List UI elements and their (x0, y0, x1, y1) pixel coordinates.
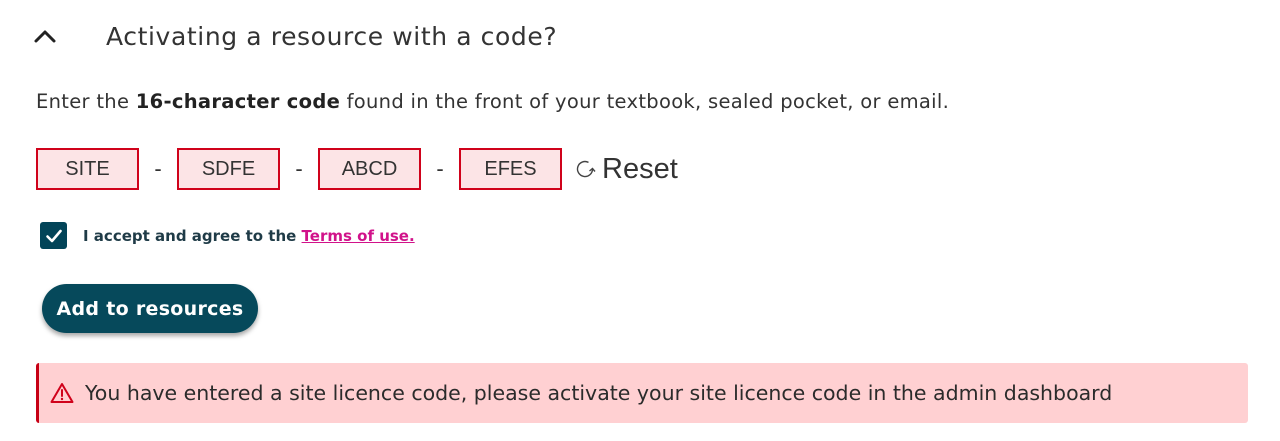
code-segment-4-input[interactable]: EFES (459, 148, 562, 190)
terms-checkbox[interactable] (40, 222, 67, 249)
add-to-resources-button[interactable]: Add to resources (42, 284, 258, 333)
checkmark-icon (45, 229, 62, 242)
instruction-suffix: found in the front of your textbook, sea… (340, 90, 950, 113)
terms-of-use-link[interactable]: Terms of use. (302, 227, 415, 245)
accordion-title: Activating a resource with a code? (106, 21, 558, 51)
activation-panel: Activating a resource with a code? Enter… (0, 0, 1280, 441)
alert-message: You have entered a site licence code, pl… (85, 381, 1113, 405)
code-segment-1-input[interactable]: SITE (36, 148, 139, 190)
terms-row: I accept and agree to the Terms of use. (40, 222, 415, 249)
chevron-up-icon[interactable] (30, 21, 60, 51)
warning-triangle-icon (49, 380, 75, 406)
code-separator: - (436, 156, 444, 181)
accordion-header[interactable]: Activating a resource with a code? (30, 14, 557, 58)
error-alert: You have entered a site licence code, pl… (36, 363, 1248, 423)
code-separator: - (154, 156, 162, 181)
terms-label: I accept and agree to the Terms of use. (83, 227, 415, 245)
instruction-prefix: Enter the (36, 90, 136, 113)
reset-label: Reset (602, 152, 678, 185)
code-segment-2-input[interactable]: SDFE (177, 148, 280, 190)
code-segment-3-input[interactable]: ABCD (318, 148, 421, 190)
code-input-row: SITE - SDFE - ABCD - EFES Reset (36, 146, 678, 192)
instruction-bold: 16-character code (135, 90, 341, 113)
code-instruction: Enter the 16-character code found in the… (36, 90, 949, 113)
refresh-icon (574, 158, 596, 180)
reset-button[interactable]: Reset (574, 153, 678, 186)
terms-text: I accept and agree to the (83, 226, 302, 245)
code-separator: - (295, 156, 303, 181)
